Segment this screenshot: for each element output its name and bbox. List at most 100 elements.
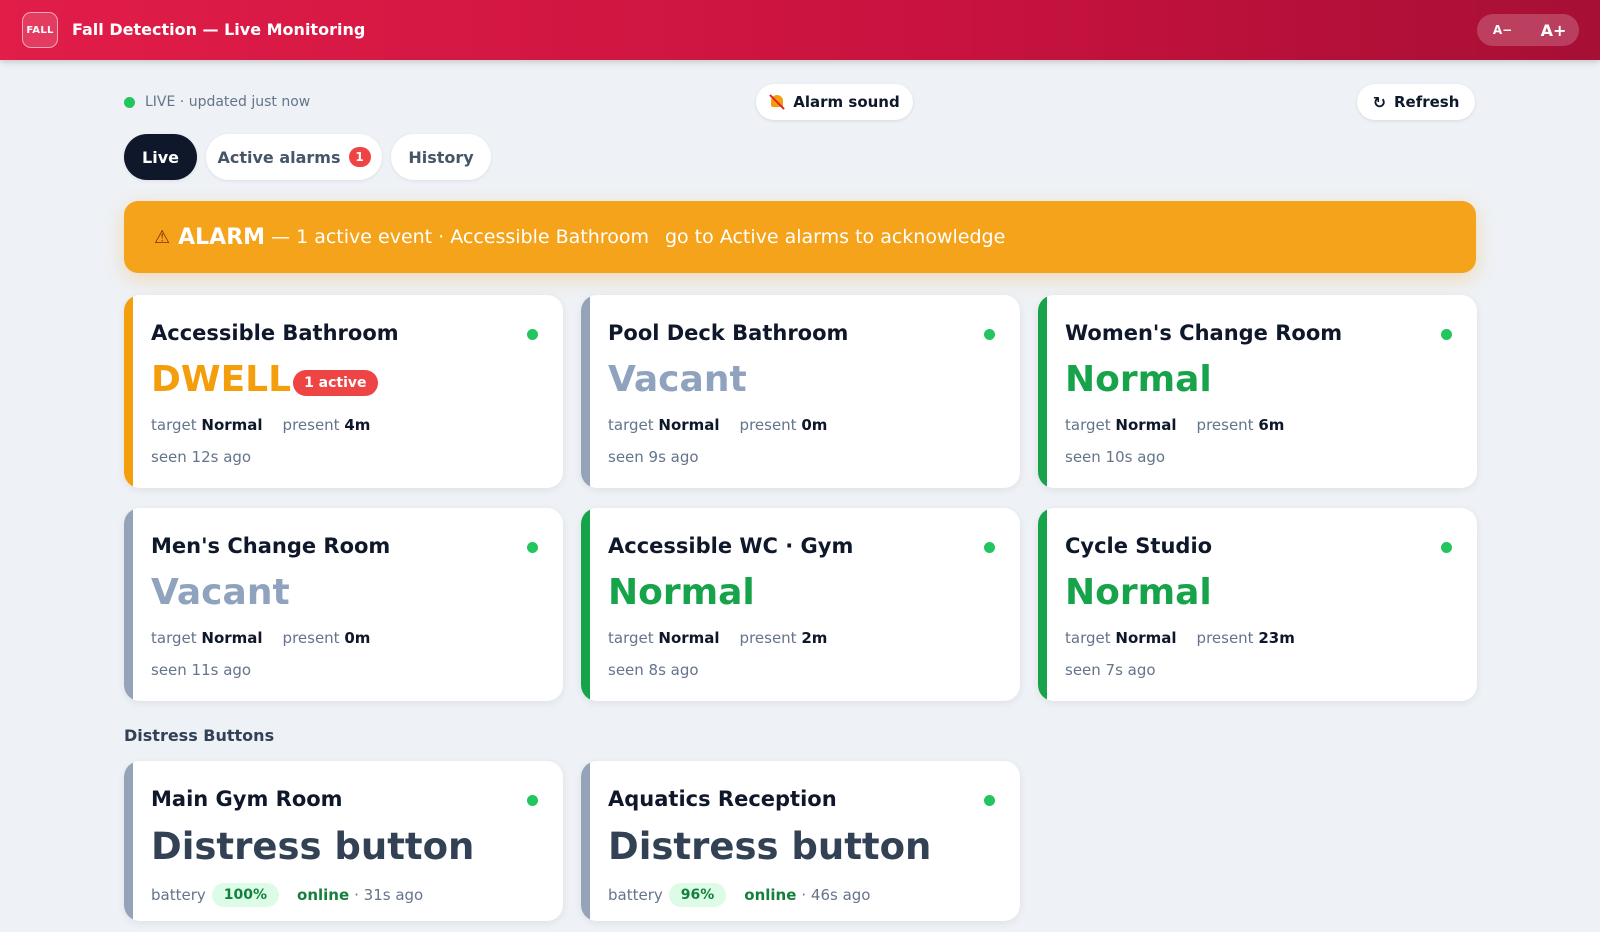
alarm-detail: — 1 active event · Accessible Bathroom xyxy=(271,226,649,248)
room-card[interactable]: Women's Change Room Normal target Normal… xyxy=(1038,295,1477,488)
tab-label: History xyxy=(408,147,474,167)
connection-dot-icon xyxy=(527,795,538,806)
present-value: 23m xyxy=(1258,629,1295,647)
battery-label: battery xyxy=(608,886,663,904)
increase-font-button[interactable]: A+ xyxy=(1528,21,1579,40)
present-label: present xyxy=(739,629,797,647)
last-seen: seen 8s ago xyxy=(608,661,699,679)
status-text: LIVE · updated just now xyxy=(145,94,311,110)
last-seen: · 46s ago xyxy=(801,886,871,904)
room-name: Accessible Bathroom xyxy=(151,321,399,345)
status-stripe xyxy=(581,761,590,921)
refresh-button[interactable]: ↻ Refresh xyxy=(1357,84,1475,120)
room-meta: target Normal present 23m xyxy=(1065,629,1295,647)
present-value: 4m xyxy=(344,416,371,434)
target-value: Normal xyxy=(201,629,263,647)
tab-history[interactable]: History xyxy=(391,134,491,180)
tab-active-alarms[interactable]: Active alarms 1 xyxy=(206,134,382,180)
present-value: 0m xyxy=(344,629,371,647)
font-size-controls: A− A+ xyxy=(1477,14,1579,46)
room-name: Men's Change Room xyxy=(151,534,391,558)
last-seen: seen 10s ago xyxy=(1065,448,1166,466)
target-label: target xyxy=(608,416,654,434)
active-alarm-badge: 1 active xyxy=(293,370,378,396)
app-title: Fall Detection — Live Monitoring xyxy=(72,20,366,39)
distress-card[interactable]: Main Gym Room Distress button battery 10… xyxy=(124,761,563,921)
state-text: Normal xyxy=(1065,359,1212,400)
room-card[interactable]: Men's Change Room Vacant target Normal pr… xyxy=(124,508,563,701)
device-state: Distress button xyxy=(608,825,932,868)
present-label: present xyxy=(1196,629,1254,647)
connection-dot-icon xyxy=(984,329,995,340)
battery-badge: 96% xyxy=(668,883,727,907)
status-stripe xyxy=(1038,295,1047,488)
target-label: target xyxy=(1065,629,1111,647)
status-stripe xyxy=(124,508,133,701)
room-state: Normal xyxy=(1065,359,1212,400)
connection-dot-icon xyxy=(527,542,538,553)
room-state: Vacant xyxy=(151,572,290,613)
battery-badge: 100% xyxy=(211,883,280,907)
last-seen: seen 9s ago xyxy=(608,448,699,466)
room-meta: target Normal present 2m xyxy=(608,629,827,647)
present-label: present xyxy=(739,416,797,434)
target-label: target xyxy=(151,629,197,647)
distress-card[interactable]: Aquatics Reception Distress button batte… xyxy=(581,761,1020,921)
connection-dot-icon xyxy=(527,329,538,340)
target-label: target xyxy=(608,629,654,647)
bell-muted-icon xyxy=(769,94,786,110)
room-card[interactable]: Pool Deck Bathroom Vacant target Normal p… xyxy=(581,295,1020,488)
online-status: online xyxy=(297,886,350,904)
room-card[interactable]: Accessible WC · Gym Normal target Normal… xyxy=(581,508,1020,701)
state-text: Normal xyxy=(608,572,755,613)
device-name: Main Gym Room xyxy=(151,787,343,811)
live-dot-icon xyxy=(124,96,135,108)
connection-dot-icon xyxy=(984,795,995,806)
present-value: 6m xyxy=(1258,416,1285,434)
present-label: present xyxy=(282,416,340,434)
target-label: target xyxy=(151,416,197,434)
connection-dot-icon xyxy=(1441,329,1452,340)
room-card[interactable]: Accessible Bathroom DWELL 1 active targe… xyxy=(124,295,563,488)
target-value: Normal xyxy=(658,416,720,434)
present-label: present xyxy=(1196,416,1254,434)
alarm-sound-label: Alarm sound xyxy=(793,93,900,111)
room-meta: target Normal present 0m xyxy=(608,416,827,434)
alarm-count-badge: 1 xyxy=(348,147,371,167)
last-seen: seen 7s ago xyxy=(1065,661,1156,679)
room-state: Vacant xyxy=(608,359,747,400)
state-text: Vacant xyxy=(608,359,747,400)
present-label: present xyxy=(282,629,340,647)
target-value: Normal xyxy=(201,416,263,434)
tab-live[interactable]: Live xyxy=(124,134,197,180)
refresh-label: Refresh xyxy=(1393,93,1460,111)
state-text: Normal xyxy=(1065,572,1212,613)
alarm-label: ALARM xyxy=(178,224,266,250)
room-name: Accessible WC · Gym xyxy=(608,534,854,558)
distress-section-title: Distress Buttons xyxy=(124,726,275,745)
device-state: Distress button xyxy=(151,825,475,868)
decrease-font-button[interactable]: A− xyxy=(1477,23,1528,37)
room-meta: target Normal present 0m xyxy=(151,629,370,647)
tab-label: Active alarms xyxy=(217,147,341,167)
online-status: online xyxy=(744,886,797,904)
room-meta: target Normal present 4m xyxy=(151,416,370,434)
target-value: Normal xyxy=(658,629,720,647)
refresh-icon: ↻ xyxy=(1372,92,1386,112)
room-name: Cycle Studio xyxy=(1065,534,1213,558)
device-meta: battery 96% online · 46s ago xyxy=(608,883,871,907)
alarm-banner[interactable]: ⚠ ALARM — 1 active event · Accessible Ba… xyxy=(124,201,1476,273)
tab-label: Live xyxy=(142,147,179,167)
target-label: target xyxy=(1065,416,1111,434)
alarm-sound-button[interactable]: Alarm sound xyxy=(756,84,913,120)
battery-label: battery xyxy=(151,886,206,904)
state-text: DWELL xyxy=(151,359,292,400)
status-stripe xyxy=(124,761,133,921)
device-name: Aquatics Reception xyxy=(608,787,837,811)
app-header: FALL Fall Detection — Live Monitoring A−… xyxy=(0,0,1600,60)
room-card[interactable]: Cycle Studio Normal target Normal present… xyxy=(1038,508,1477,701)
view-tabs: Live Active alarms 1 History xyxy=(124,134,491,180)
status-stripe xyxy=(581,295,590,488)
app-logo: FALL xyxy=(22,12,58,48)
warning-icon: ⚠ xyxy=(154,226,171,248)
